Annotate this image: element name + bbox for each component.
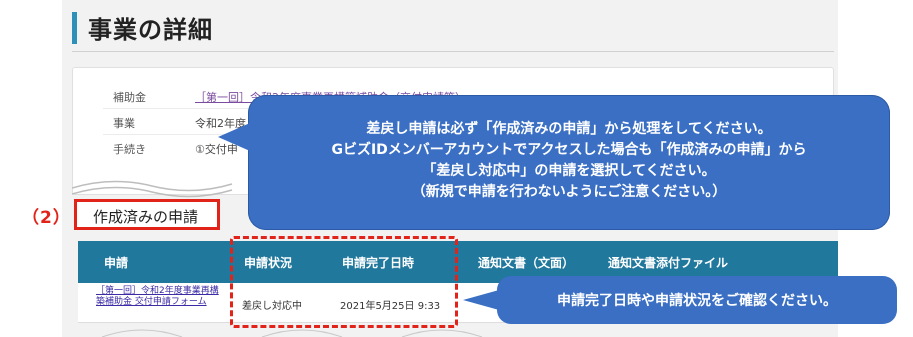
title-divider: [72, 51, 834, 52]
callout-line-4: （新規で申請を行わないようにご注意ください。）: [411, 184, 727, 200]
detail-label: 手続き: [113, 143, 146, 156]
callout-line-2: GビズIDメンバーアカウントでアクセスした場合も「作成済みの申請」から: [331, 142, 807, 158]
column-header-notice-attachment: 通知文書添付ファイル: [608, 256, 729, 270]
callout-tail: [463, 290, 499, 310]
page-title: 事業の詳細: [88, 16, 213, 44]
detail-label: 事業: [113, 117, 135, 130]
secondary-callout: 申請完了日時や申請状況をご確認ください。: [463, 276, 897, 324]
status-date-highlight: [230, 236, 458, 328]
section-title: 作成済みの申請: [93, 208, 199, 226]
callout-line-3: 「差戻し対応中」の申請を選択してください。: [422, 163, 716, 179]
callout-line-1: 差戻し申請は必ず「作成済みの申請」から処理をしてください。: [366, 121, 772, 137]
column-header-application: 申請: [104, 256, 129, 270]
detail-label: 補助金: [113, 91, 146, 104]
section-number: （2）: [22, 208, 71, 228]
application-link[interactable]: ［第一回］令和2年度事業再構築補助金 交付申請フォーム: [96, 286, 226, 308]
callout-tail: [218, 123, 250, 151]
title-accent-bar: [72, 12, 77, 44]
main-callout: 差戻し申請は必ず「作成済みの申請」から処理をしてください。 GビズIDメンバーア…: [218, 95, 890, 230]
section-heading-box: 作成済みの申請: [74, 199, 220, 230]
column-header-notice-text: 通知文書（文面）: [478, 256, 575, 270]
callout-text: 申請完了日時や申請状況をご確認ください。: [557, 293, 837, 309]
